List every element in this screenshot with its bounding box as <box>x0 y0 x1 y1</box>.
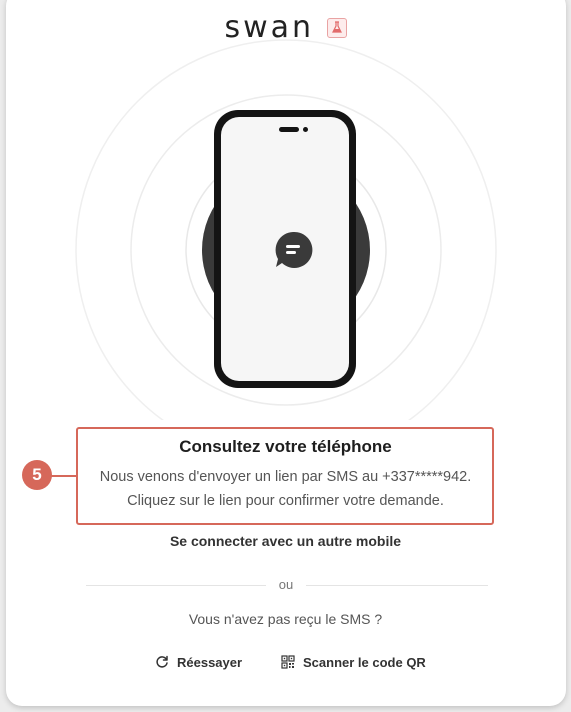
refresh-icon <box>156 655 168 668</box>
divider-line-right <box>306 585 488 586</box>
sms-sent-message: Nous venons d'envoyer un lien par SMS au… <box>99 469 472 485</box>
page-title: Consultez votre téléphone <box>179 437 392 456</box>
retry-label: Réessayer <box>177 654 243 670</box>
phone-illustration <box>214 110 356 388</box>
confirm-instruction: Cliquez sur le lien pour confirmer votre… <box>127 493 444 509</box>
phone-screen <box>221 117 349 381</box>
qr-code-icon <box>281 655 295 669</box>
scan-qr-button[interactable]: Scanner le code QR <box>281 652 426 672</box>
divider-label: ou <box>278 577 294 592</box>
retry-button[interactable]: Réessayer <box>155 652 242 672</box>
chat-bubble-icon <box>275 231 313 268</box>
sms-not-received-text: Vous n'avez pas reçu le SMS ? <box>188 611 383 627</box>
phone-camera <box>303 127 308 132</box>
qr-label: Scanner le code QR <box>303 654 426 670</box>
other-mobile-link[interactable]: Se connecter avec un autre mobile <box>0 533 571 549</box>
divider-line-left <box>86 585 266 586</box>
phone-notch <box>279 127 299 132</box>
